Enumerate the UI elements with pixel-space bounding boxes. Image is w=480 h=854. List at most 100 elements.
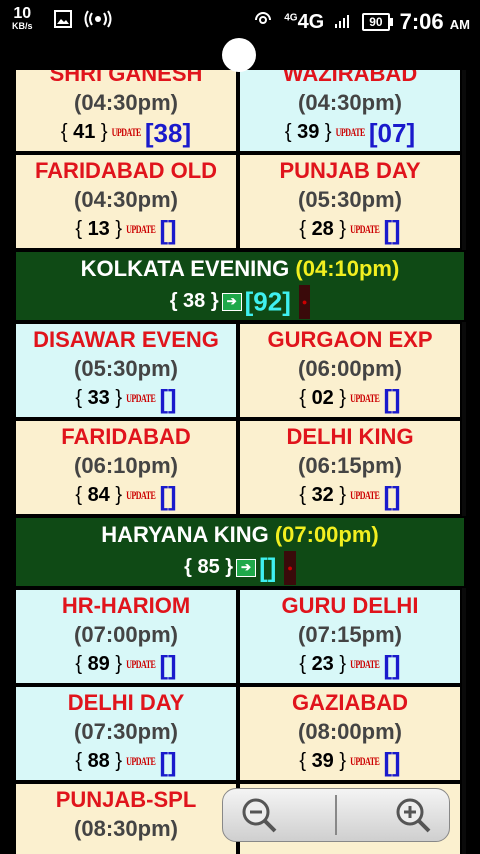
game-name: GAZIABAD (291, 690, 409, 715)
update-badge: UPDATE (350, 754, 380, 768)
featured-game-time: (07:00pm) (274, 522, 379, 547)
game-result: { 02 } UPDATE[] (240, 383, 460, 417)
game-cell[interactable]: PUNJAB-SPL (08:30pm) (14, 782, 238, 854)
zoom-controls (222, 788, 450, 842)
game-name: GURGAON EXP (267, 327, 433, 352)
current-result: [38] (144, 117, 192, 148)
brace-close: } (109, 484, 123, 506)
game-cell[interactable]: GURGAON EXP (06:00pm){ 02 } UPDATE[] (238, 322, 462, 419)
current-result: [] (159, 214, 177, 245)
game-row: FARIDABAD OLD (04:30pm){ 13 } UPDATE[] PUNJ… (14, 153, 466, 250)
featured-game-title: KOLKATA EVENING (04:10pm) (16, 252, 464, 284)
previous-result: 85 (197, 556, 220, 578)
game-cell[interactable]: GAZIABAD (08:00pm){ 39 } UPDATE[] (238, 685, 462, 782)
update-badge: UPDATE (126, 657, 156, 671)
previous-result: 13 (87, 218, 110, 240)
live-badge-icon: ● (284, 550, 296, 585)
current-result: [] (383, 383, 401, 414)
game-result: { 28 } UPDATE[] (240, 214, 460, 248)
previous-result: 28 (311, 218, 334, 240)
game-cell[interactable]: DISAWAR EVENG (05:30pm){ 33 } UPDATE[] (14, 322, 238, 419)
update-badge: UPDATE (111, 125, 142, 139)
zoom-divider (335, 795, 337, 835)
game-cell[interactable]: FARIDABAD OLD (04:30pm){ 13 } UPDATE[] (14, 153, 238, 250)
featured-game-name: KOLKATA EVENING (80, 256, 290, 281)
game-row: DELHI DAY (07:30pm){ 88 } UPDATE[] GAZIABAD… (14, 685, 466, 782)
featured-game-name: HARYANA KING (101, 522, 269, 547)
zoom-out-icon[interactable] (239, 795, 279, 835)
previous-result: 23 (311, 653, 334, 675)
battery-icon: 90 (362, 13, 394, 31)
previous-result: 88 (87, 750, 110, 772)
game-result: { 33 } UPDATE[] (16, 383, 236, 417)
brace-close: } (109, 750, 123, 772)
game-name: DELHI DAY (67, 690, 185, 715)
brace-close: } (219, 556, 234, 578)
game-cell[interactable]: FARIDABAD (06:10pm){ 84 } UPDATE[] (14, 419, 238, 516)
game-cell[interactable]: DELHI DAY (07:30pm){ 88 } UPDATE[] (14, 685, 238, 782)
featured-game-row[interactable]: HARYANA KING (07:00pm){ 85 } ➔[] ● (14, 516, 466, 588)
game-cell[interactable]: WAZIRABAD (04:30pm){ 39 } UPDATE [07] (238, 70, 462, 153)
brace-open: { (60, 121, 74, 143)
network-type: 4G4G (284, 10, 325, 33)
previous-result: 89 (87, 653, 110, 675)
game-name: SHRI GANESH (49, 70, 203, 86)
game-cell[interactable]: DELHI KING (06:15pm){ 32 } UPDATE[] (238, 419, 462, 516)
update-badge: UPDATE (350, 488, 380, 502)
game-row: SHRI GANESH (04:30pm){ 41 } UPDATE [38] WAZI… (14, 70, 466, 153)
featured-game-result: { 85 } ➔[] ● (16, 550, 464, 586)
update-badge: UPDATE (350, 657, 380, 671)
current-result: [] (383, 746, 401, 777)
signal-icon (334, 11, 352, 34)
featured-game-time: (04:10pm) (295, 256, 400, 281)
brace-open: { (299, 484, 312, 506)
zoom-in-icon[interactable] (393, 795, 433, 835)
current-result: [92] (244, 286, 291, 317)
network-speed-unit: KB/s (12, 21, 33, 31)
brace-close: } (109, 653, 123, 675)
brace-close: } (109, 218, 123, 240)
previous-result: 38 (183, 290, 206, 312)
brace-close: } (333, 653, 347, 675)
featured-game-row[interactable]: KOLKATA EVENING (04:10pm){ 38 } ➔ [92] ● (14, 250, 466, 322)
floating-dot-button[interactable] (222, 38, 256, 72)
brace-open: { (184, 556, 198, 578)
previous-result: 39 (311, 750, 334, 772)
brace-open: { (75, 218, 88, 240)
brace-open: { (299, 653, 312, 675)
game-row: HR-HARIOM (07:00pm){ 89 } UPDATE[] GURU DEL… (14, 588, 466, 685)
game-result: { 41 } UPDATE [38] (16, 117, 236, 151)
current-result: [] (159, 480, 177, 511)
current-result: [] (259, 552, 277, 583)
brace-close: } (95, 121, 108, 143)
brace-open: { (75, 750, 88, 772)
previous-result: 02 (311, 387, 334, 409)
game-cell[interactable]: SHRI GANESH (04:30pm){ 41 } UPDATE [38] (14, 70, 238, 153)
previous-result: 32 (311, 484, 334, 506)
brace-open: { (75, 484, 88, 506)
game-cell[interactable]: HR-HARIOM (07:00pm){ 89 } UPDATE[] (14, 588, 238, 685)
status-bar: 10 KB/s 4G4G 90 7:06 AM (0, 0, 480, 40)
game-name: HR-HARIOM (61, 593, 191, 618)
previous-result: 41 (73, 121, 96, 143)
current-result: [] (383, 480, 401, 511)
game-result: { 23 } UPDATE[] (240, 649, 460, 683)
featured-game-title: HARYANA KING (07:00pm) (16, 518, 464, 550)
game-cell[interactable]: GURU DELHI (07:15pm){ 23 } UPDATE[] (238, 588, 462, 685)
arrow-right-icon: ➔ (221, 292, 242, 311)
featured-game-result: { 38 } ➔ [92] ● (16, 284, 464, 320)
update-badge: UPDATE (126, 754, 156, 768)
current-result: [] (159, 746, 177, 777)
arrow-right-icon: ➔ (236, 558, 257, 577)
brace-open: { (169, 290, 184, 312)
update-badge: UPDATE (126, 391, 156, 405)
game-cell[interactable]: PUNJAB DAY (05:30pm){ 28 } UPDATE[] (238, 153, 462, 250)
brace-open: { (299, 387, 312, 409)
game-name: PUNJAB-SPL (55, 787, 197, 812)
network-speed-value: 10 (13, 5, 32, 22)
previous-result: 33 (87, 387, 110, 409)
brace-close: } (205, 290, 219, 312)
brace-close: } (333, 484, 347, 506)
current-result: [] (383, 649, 401, 680)
brace-close: } (319, 121, 332, 143)
